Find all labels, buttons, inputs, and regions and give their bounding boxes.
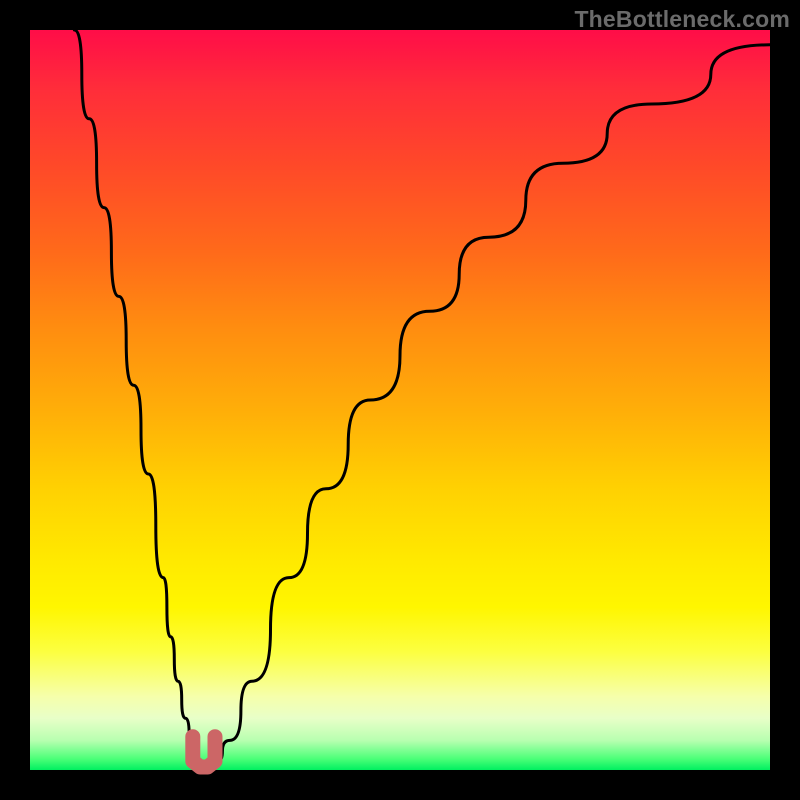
curve-left-branch [74, 30, 200, 763]
chart-frame: TheBottleneck.com [0, 0, 800, 800]
watermark-text: TheBottleneck.com [574, 6, 790, 33]
chart-svg [30, 30, 770, 770]
chart-plot-area [30, 30, 770, 770]
curve-right-branch [215, 45, 770, 763]
valley-marker [193, 737, 215, 767]
